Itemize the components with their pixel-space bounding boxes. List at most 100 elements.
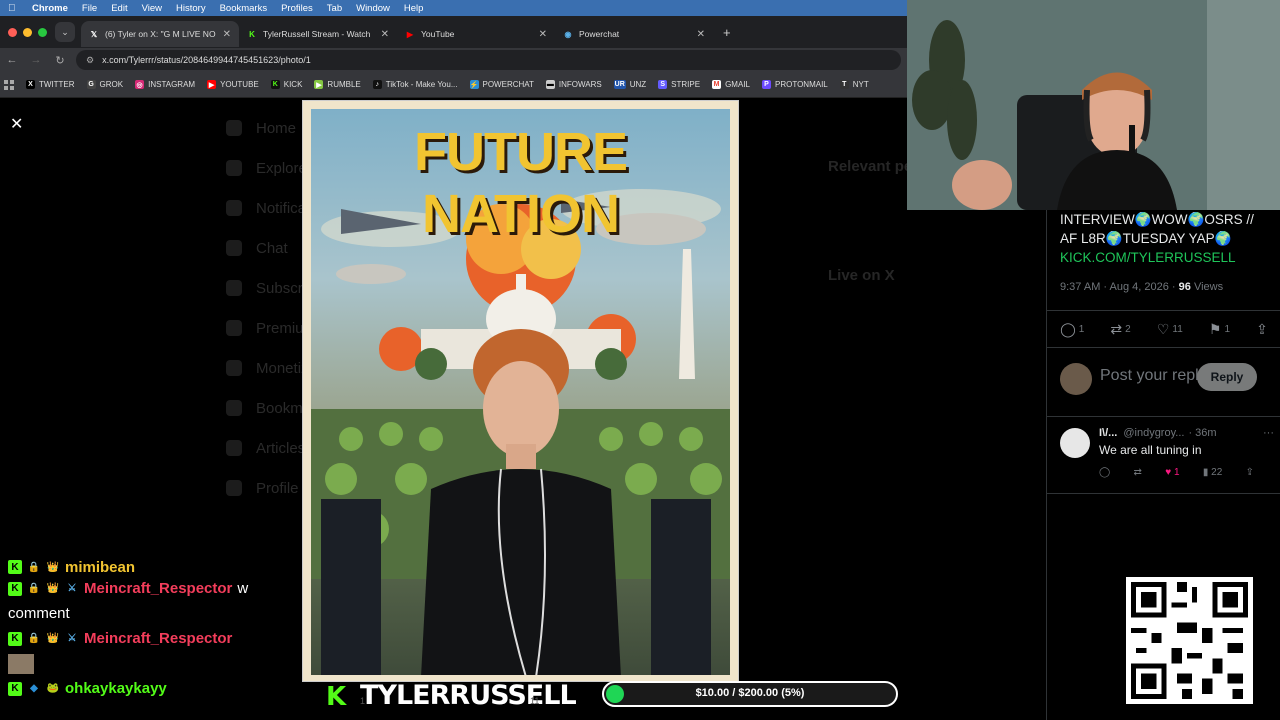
rumble-logo-icon: ▶ <box>314 80 324 89</box>
share-action[interactable]: ⇪ <box>1256 321 1268 338</box>
bookmarks-bar: X TWITTER G GROK ◎ INSTAGRAM ▶ YOUTUBE K KICK… <box>0 72 907 98</box>
bookmark-instagram[interactable]: ◎ INSTAGRAM <box>135 80 195 89</box>
reply-author-handle[interactable]: @indygroy... <box>1123 427 1184 439</box>
subscriber-badge-icon: 🔒 <box>27 561 41 573</box>
chat-username[interactable]: ohkaykaykayy <box>65 680 167 697</box>
tab-close-icon[interactable]: ✕ <box>539 29 547 40</box>
chat-message: K 🔒 👑 ⚔ Meincraft_Respector <box>8 626 308 651</box>
tweet-text-line-2: AF L8R🌍TUESDAY YAP🌍 <box>1060 231 1232 246</box>
browser-tab-strip: ⌄ 𝕏 (6) Tyler on X: "G M LIVE NO ✕ K Tyl… <box>0 16 907 48</box>
back-arrow-icon[interactable]: ← <box>0 54 24 66</box>
bookmark-label: RUMBLE <box>327 80 361 89</box>
apps-grid-icon[interactable] <box>4 79 14 90</box>
bookmark-twitter[interactable]: X TWITTER <box>26 80 75 89</box>
tab-close-icon[interactable]: ✕ <box>381 29 389 40</box>
apple-icon[interactable]:  <box>8 3 18 14</box>
streamer-brand: TYLERRUSSELL <box>360 680 577 711</box>
menu-tab[interactable]: Tab <box>327 3 342 14</box>
like-action[interactable]: ♡ 11 <box>1157 321 1183 338</box>
forward-arrow-icon[interactable]: → <box>24 54 48 66</box>
kick-logo-icon: K <box>270 80 280 89</box>
unz-logo-icon: UR <box>613 80 626 89</box>
dim-reply-count: 1 <box>360 696 366 706</box>
reply-icon[interactable]: ◯ <box>1099 467 1110 478</box>
subscriber-badge-icon: 🔒 <box>27 633 41 644</box>
address-input[interactable]: ⚙ x.com/Tylerrr/status/20846499447454516… <box>76 50 901 70</box>
menu-bookmarks[interactable]: Bookmarks <box>220 3 268 14</box>
bookmark-nyt[interactable]: T NYT <box>839 80 869 89</box>
tab-powerchat[interactable]: ◉ Powerchat ✕ <box>555 21 713 47</box>
bookmark-unz[interactable]: UR UNZ <box>613 80 646 89</box>
reply-button[interactable]: Reply <box>1197 363 1257 391</box>
bookmark-youtube[interactable]: ▶ YOUTUBE <box>207 80 259 89</box>
menu-view[interactable]: View <box>142 3 162 14</box>
chat-username[interactable]: mimibean <box>65 559 135 576</box>
tab-kick-stream[interactable]: K TylerRussell Stream - Watch ✕ <box>239 21 397 47</box>
heart-icon: ♡ <box>1156 320 1170 337</box>
bookmark-action[interactable]: ⚑ 1 <box>1209 321 1230 338</box>
bookmark-powerchat[interactable]: ⚡ POWERCHAT <box>469 80 534 89</box>
reply-composer: Post your reply Reply <box>1047 349 1280 417</box>
new-tab-plus-icon[interactable]: + <box>723 25 731 40</box>
chat-username[interactable]: Meincraft_Respector <box>84 630 232 647</box>
grok-logo-icon: G <box>86 80 96 89</box>
menu-app-name[interactable]: Chrome <box>32 3 68 14</box>
bookmark-count: 1 <box>1224 323 1231 335</box>
avatar[interactable] <box>1060 428 1090 458</box>
tab-x-post[interactable]: 𝕏 (6) Tyler on X: "G M LIVE NO ✕ <box>81 21 239 47</box>
menu-file[interactable]: File <box>82 3 97 14</box>
kick-badge-icon: K <box>8 581 22 596</box>
chat-text: w <box>237 580 249 597</box>
zoom-window-button[interactable] <box>38 27 47 37</box>
window-controls <box>8 27 47 37</box>
bookmark-protonmail[interactable]: P PROTONMAIL <box>761 80 828 89</box>
menu-help[interactable]: Help <box>404 3 424 14</box>
tweet-link[interactable]: KICK.COM/TYLERRUSSELL <box>1060 248 1275 267</box>
bookmark-kick[interactable]: K KICK <box>270 80 302 89</box>
more-icon[interactable]: ··· <box>1263 427 1274 439</box>
reply-tweet[interactable]: I\/... @indygroy... · 36m ··· We are all… <box>1047 418 1280 494</box>
menu-profiles[interactable]: Profiles <box>281 3 313 14</box>
bookmark-gmail[interactable]: M GMAIL <box>712 80 750 89</box>
bookmark-infowars[interactable]: ▬ INFOWARS <box>545 80 602 89</box>
reply-input[interactable]: Post your reply <box>1100 367 1207 387</box>
reply-author-name[interactable]: I\/... <box>1099 427 1117 439</box>
dim-like-count: 11 <box>530 696 540 706</box>
chat-username[interactable]: Meincraft_Respector <box>84 580 232 597</box>
tweet-timestamp[interactable]: 9:37 AM · Aug 4, 2026 · <box>1060 281 1179 293</box>
repost-icon[interactable]: ⇄ <box>1134 467 1142 478</box>
menu-window[interactable]: Window <box>356 3 390 14</box>
reply-icon: ◯ <box>1060 320 1076 337</box>
like-action[interactable]: ♥ 1 <box>1165 467 1179 478</box>
tab-close-icon[interactable]: ✕ <box>697 29 705 40</box>
tab-title: YouTube <box>421 29 455 39</box>
repost-action[interactable]: ⇄ 2 <box>1110 321 1130 338</box>
sword-badge-icon: ⚔ <box>67 633 77 644</box>
minimize-window-button[interactable] <box>23 27 32 37</box>
bookmark-rumble[interactable]: ▶ RUMBLE <box>314 80 361 89</box>
menu-history[interactable]: History <box>176 3 206 14</box>
menu-edit[interactable]: Edit <box>111 3 127 14</box>
bookmark-stripe[interactable]: S STRIPE <box>658 80 700 89</box>
reply-count: 1 <box>1078 323 1085 335</box>
site-info-icon[interactable]: ⚙ <box>86 55 94 66</box>
close-modal-icon[interactable]: ✕ <box>10 114 23 134</box>
stream-overlay-bar: K TYLERRUSSELL 1 11 129 $10.00 / $200.00… <box>320 680 900 712</box>
reply-actions: ◯ ⇄ ♥ 1 ▮ 22 ⇪ <box>1099 467 1254 478</box>
tab-youtube[interactable]: ▶ YouTube ✕ <box>397 21 555 47</box>
bookmark-tiktok[interactable]: ♪ TikTok - Make You... <box>372 80 458 89</box>
views-action[interactable]: ▮ 22 <box>1203 467 1222 478</box>
reload-icon[interactable]: ↻ <box>48 54 72 67</box>
share-icon[interactable]: ⇪ <box>1246 467 1254 478</box>
tweet-text-line-1: INTERVIEW🌍WOW🌍OSRS // <box>1060 212 1254 227</box>
repost-icon: ⇄ <box>1110 320 1123 337</box>
tab-search-chevron-icon[interactable]: ⌄ <box>55 22 75 42</box>
qr-code <box>1126 577 1253 704</box>
reply-action[interactable]: ◯ 1 <box>1060 321 1084 338</box>
tab-close-icon[interactable]: ✕ <box>223 29 231 40</box>
bookmark-grok[interactable]: G GROK <box>86 80 123 89</box>
address-url-text: x.com/Tylerrr/status/2084649944745451623… <box>102 55 311 65</box>
chat-message: K 🔒 👑 mimibean <box>8 558 308 576</box>
close-window-button[interactable] <box>8 27 17 37</box>
kick-badge-icon: K <box>8 681 22 696</box>
